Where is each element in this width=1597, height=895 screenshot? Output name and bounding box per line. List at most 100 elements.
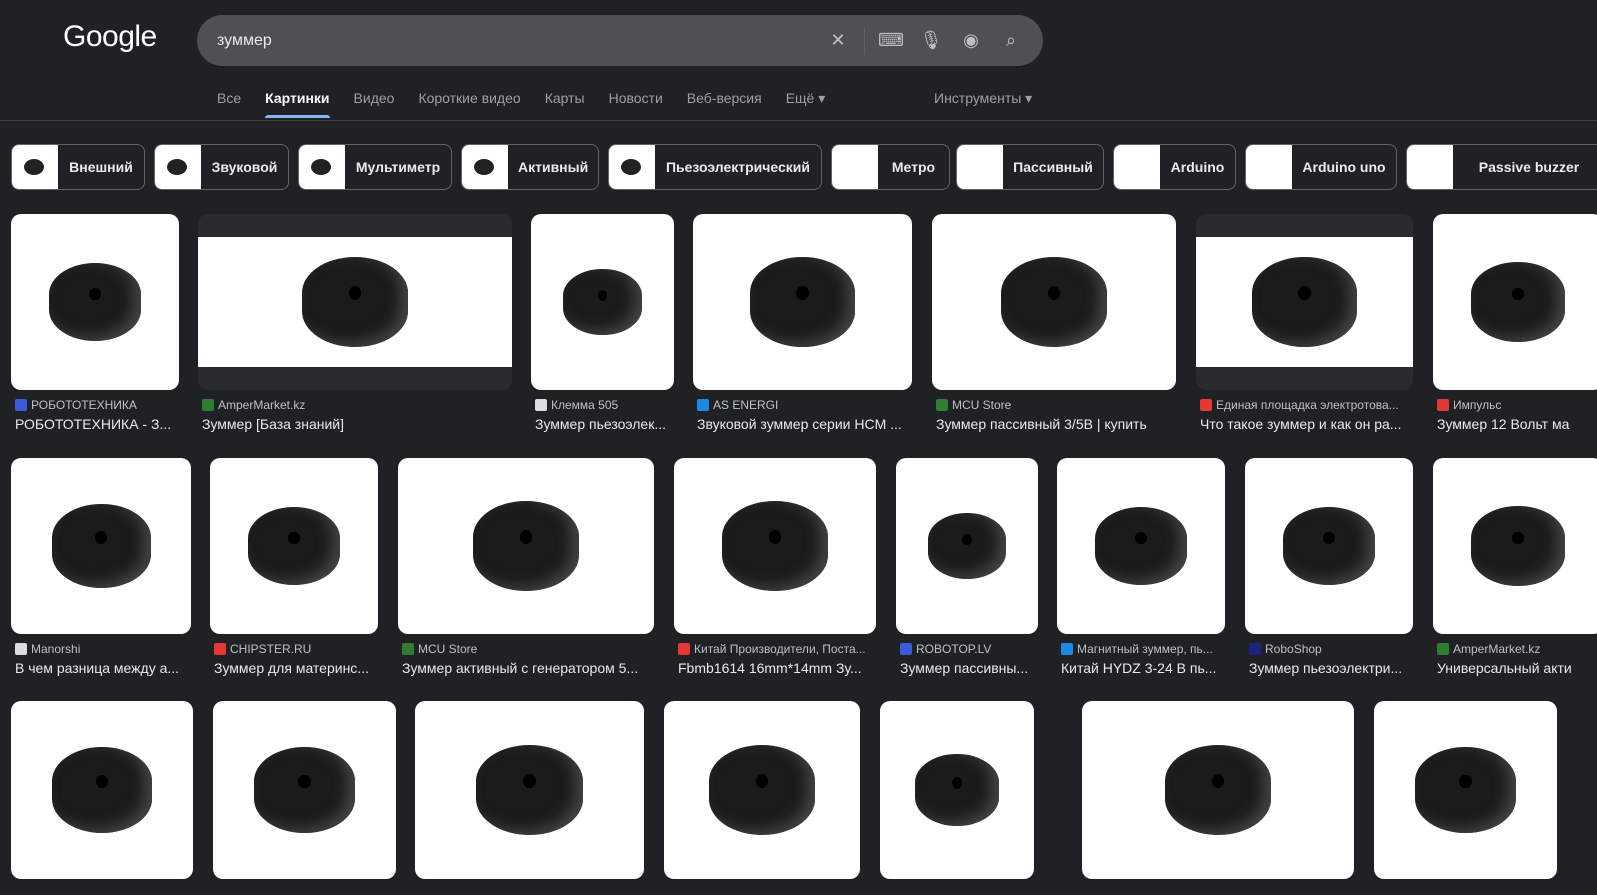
result-source[interactable]: AmperMarket.kz [1437,642,1597,656]
search-bar[interactable]: зуммер ✕ ⌨ 🎙 ◉ ⌕ [197,15,1043,66]
filter-chip[interactable]: Внешний [11,144,145,190]
filter-chip[interactable]: Активный [461,144,599,190]
filter-chip[interactable]: Arduino uno [1245,144,1397,190]
tab-item[interactable]: Карты [545,90,585,116]
result-title[interactable]: Зуммер 12 Вольт ма [1437,416,1597,432]
chip-label: Метро [891,159,936,175]
chip-thumbnail [957,145,1003,189]
result-title[interactable]: В чем разница между а... [15,660,189,676]
result-source[interactable]: Manorshi [15,642,189,656]
result-source[interactable]: Китай Производители, Поста... [678,642,874,656]
result-source[interactable]: RoboShop [1249,642,1411,656]
tab-item[interactable]: Все [217,90,241,116]
result-source[interactable]: РОБОТОТЕХНИКА [15,398,177,412]
chip-thumbnail [462,145,508,189]
tab-item[interactable]: Картинки [265,90,330,118]
result-thumbnail[interactable] [198,214,512,390]
result-source[interactable]: ROBOTOP.LV [900,642,1036,656]
filter-chip[interactable]: Звуковой [154,144,289,190]
result-thumbnail[interactable] [1196,214,1413,390]
result-thumbnail[interactable] [11,701,193,879]
result-thumbnail[interactable] [674,458,876,634]
favicon-icon [1200,399,1212,411]
result-source[interactable]: Импульс [1437,398,1597,412]
buzzer-image [749,257,856,347]
result-title[interactable]: Зуммер пьезоэлектри... [1249,660,1411,676]
filter-chip[interactable]: Arduino [1113,144,1236,190]
favicon-icon [1249,643,1261,655]
result-source[interactable]: AmperMarket.kz [202,398,510,412]
favicon-icon [402,643,414,655]
buzzer-image [927,512,1007,580]
result-thumbnail[interactable] [1433,458,1597,634]
result-title[interactable]: Зуммер пассивны... [900,660,1036,676]
chip-thumbnail [299,145,345,189]
result-thumbnail[interactable] [693,214,912,390]
tab-item[interactable]: Новости [609,90,663,116]
result-thumbnail[interactable] [11,458,191,634]
result-title[interactable]: Зуммер пассивный 3/5В | купить [936,416,1174,432]
result-thumbnail[interactable] [896,458,1038,634]
buzzer-image [1471,506,1565,586]
result-thumbnail[interactable] [664,701,860,879]
result-source[interactable]: CHIPSTER.RU [214,642,376,656]
favicon-icon [15,399,27,411]
microphone-icon[interactable]: 🎙 [911,21,951,61]
source-name: РОБОТОТЕХНИКА [31,398,137,412]
source-name: AmperMarket.kz [218,398,306,412]
filter-chip[interactable]: Пьезоэлектрический [608,144,822,190]
tab-item[interactable]: Короткие видео [418,90,520,116]
buzzer-image [1415,747,1516,833]
tab-item[interactable]: Ещё ▾ [786,90,826,116]
filter-chip[interactable]: Passive buzzer [1406,144,1597,190]
result-thumbnail[interactable] [213,701,396,879]
result-title[interactable]: Зуммер [База знаний] [202,416,510,432]
clear-icon[interactable]: ✕ [818,21,858,61]
result-title[interactable]: Fbmb1614 16mm*14mm Зу... [678,660,874,676]
buzzer-image [254,747,355,833]
result-thumbnail[interactable] [11,214,179,390]
chip-thumbnail [1407,145,1453,189]
result-thumbnail[interactable] [398,458,654,634]
search-input[interactable]: зуммер [217,32,818,50]
result-title[interactable]: Что такое зуммер и как он ра... [1200,416,1411,432]
result-source[interactable]: Единая площадка электротова... [1200,398,1411,412]
favicon-icon [1437,643,1449,655]
result-title[interactable]: Зуммер для материнс... [214,660,376,676]
keyboard-icon[interactable]: ⌨ [871,21,911,61]
result-title[interactable]: РОБОТОТЕХНИКА - З... [15,416,177,432]
search-icon[interactable]: ⌕ [991,21,1031,61]
filter-chip[interactable]: Мультиметр [298,144,452,190]
result-thumbnail[interactable] [880,701,1034,879]
result-thumbnail[interactable] [415,701,644,879]
result-title[interactable]: Универсальный акти [1437,660,1597,676]
source-name: RoboShop [1265,642,1322,656]
result-title[interactable]: Зуммер активный с генератором 5... [402,660,652,676]
tools-button[interactable]: Инструменты ▾ [934,90,1032,107]
result-source[interactable]: AS ENERGI [697,398,910,412]
result-source[interactable]: Клемма 505 [535,398,672,412]
buzzer-image [722,501,828,591]
tab-item[interactable]: Видео [354,90,395,116]
filter-chip[interactable]: Метро [831,144,950,190]
result-thumbnail[interactable] [1433,214,1597,390]
tab-item[interactable]: Веб-версия [687,90,762,116]
lens-icon[interactable]: ◉ [951,21,991,61]
result-thumbnail[interactable] [1245,458,1413,634]
result-thumbnail[interactable] [531,214,674,390]
result-thumbnail[interactable] [1374,701,1557,879]
google-logo[interactable]: Google [63,20,157,54]
filter-chip[interactable]: Пассивный [956,144,1104,190]
result-thumbnail[interactable] [210,458,378,634]
favicon-icon [15,643,27,655]
result-title[interactable]: Звуковой зуммер серии HCM ... [697,416,910,432]
result-title[interactable]: Китай HYDZ 3-24 В пь... [1061,660,1223,676]
result-source[interactable]: MCU Store [402,642,652,656]
result-source[interactable]: MCU Store [936,398,1174,412]
buzzer-image [914,754,1000,826]
result-thumbnail[interactable] [1057,458,1225,634]
result-thumbnail[interactable] [932,214,1176,390]
result-title[interactable]: Зуммер пьезоэлек... [535,416,672,432]
result-thumbnail[interactable] [1082,701,1354,879]
result-source[interactable]: Магнитный зуммер, пь... [1061,642,1223,656]
